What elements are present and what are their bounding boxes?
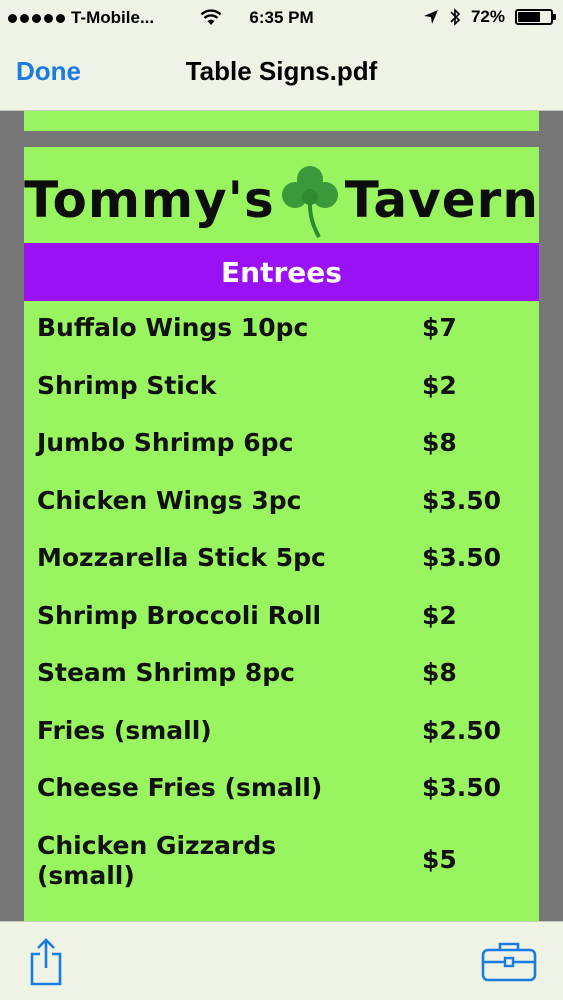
logo-right-text: Tavern <box>344 171 539 229</box>
logo-left-text: Tommy's <box>24 171 275 229</box>
menu-item-price: $3.50 <box>422 485 502 515</box>
menu-item-price: $2.50 <box>422 715 502 745</box>
menu-item-price: $2 <box>422 370 457 400</box>
share-icon[interactable] <box>28 938 64 986</box>
bottom-toolbar <box>0 921 563 1000</box>
menu-item-name: Chicken Wings 3pc <box>37 485 302 515</box>
menu-item-name: Mozzarella Stick 5pc <box>37 543 326 572</box>
menu-item-price: $8 <box>422 658 457 687</box>
menu-item-price: $3.50 <box>422 543 502 572</box>
menu-item-price: $7 <box>422 313 457 342</box>
menu-item-row: Mozzarella Stick 5pc $3.50 <box>24 531 539 589</box>
menu-item-name: Shrimp Broccoli Roll <box>37 600 322 630</box>
bluetooth-icon <box>450 8 461 26</box>
menu-item-row: Cheese Fries (small) $3.50 <box>24 761 539 819</box>
pdf-page: Tommy's Tavern Entrees Buffalo Wings 10p… <box>24 147 539 921</box>
shamrock-icon <box>281 166 338 238</box>
pdf-viewer[interactable]: Tommy's Tavern Entrees Buffalo Wings 10p… <box>0 111 563 921</box>
battery-percent: 72% <box>470 7 505 26</box>
menu-item-name: Fries (small) <box>37 715 212 745</box>
menu-item-row: Buffalo Wings 10pc $7 <box>24 301 539 359</box>
status-right-group: 72% <box>423 7 556 27</box>
menu-item-price: $5 <box>422 844 457 874</box>
battery-icon <box>515 9 556 25</box>
menu-item-row: Steam Shrimp 8pc $8 <box>24 646 539 704</box>
menu-item-name: Steam Shrimp 8pc <box>37 658 295 687</box>
location-arrow-icon <box>423 10 438 24</box>
menu-item-name: Shrimp Stick <box>37 370 217 400</box>
menu-item-name: Jumbo Shrimp 6pc <box>37 428 294 457</box>
document-title: Table Signs.pdf <box>185 56 378 86</box>
previous-page-edge <box>24 111 539 131</box>
menu-item-price: $2 <box>422 600 457 630</box>
menu-item-row: Fries (small) $2.50 <box>24 704 539 762</box>
menu-item-row: Shrimp Stick $2 <box>24 359 539 417</box>
menu-item-name: Cheese Fries (small) <box>37 773 323 802</box>
toolbox-icon[interactable] <box>480 940 538 984</box>
menu-item-price: $3.50 <box>422 773 502 802</box>
menu-item-price: $8 <box>422 428 457 457</box>
menu-item-name: Chicken Gizzards (small) <box>37 830 277 890</box>
menu-list: Buffalo Wings 10pc $7 Shrimp Stick $2 Jumbo … <box>24 301 539 895</box>
menu-item-row: Jumbo Shrimp 6pc $8 <box>24 416 539 474</box>
section-header: Entrees <box>24 243 539 301</box>
battery-fill <box>518 12 540 22</box>
status-bar: T-Mobile... 6:35 PM 72% <box>0 0 563 38</box>
navigation-bar: Done Table Signs.pdf <box>0 38 563 111</box>
menu-item-row: Chicken Gizzards (small) $5 <box>24 819 539 895</box>
tavern-logo: Tommy's Tavern <box>24 161 539 239</box>
menu-item-row: Shrimp Broccoli Roll $2 <box>24 589 539 647</box>
menu-item-name: Buffalo Wings 10pc <box>37 313 309 342</box>
section-title: Entrees <box>221 255 342 289</box>
menu-item-row: Chicken Wings 3pc $3.50 <box>24 474 539 532</box>
